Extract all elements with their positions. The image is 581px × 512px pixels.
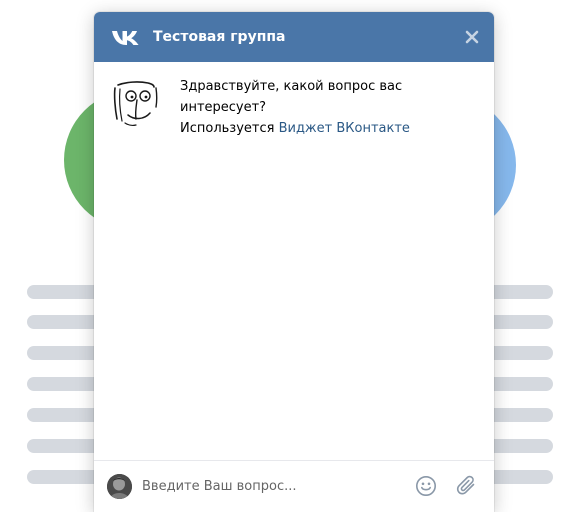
- user-avatar: [107, 474, 132, 499]
- question-input[interactable]: [142, 475, 392, 497]
- powered-by-prefix: Используется: [180, 121, 279, 136]
- message-bubble: Здравствуйте, какой вопрос вас интересуе…: [180, 76, 420, 139]
- composer: [94, 460, 494, 512]
- message-text-line: Здравствуйте, какой вопрос вас: [180, 79, 403, 94]
- powered-by-line: Используется Виджет ВКонтакте: [180, 118, 420, 139]
- paperclip-icon[interactable]: [456, 474, 478, 498]
- close-icon[interactable]: [464, 29, 480, 45]
- message-area: Здравствуйте, какой вопрос вас интересуе…: [94, 62, 494, 458]
- widget-header: Тестовая группа: [94, 12, 494, 62]
- vk-logo-icon: [111, 28, 140, 46]
- vk-widget-link[interactable]: Виджет ВКонтакте: [279, 121, 410, 136]
- smile-icon[interactable]: [415, 475, 437, 497]
- message-text-line: интересует?: [180, 100, 267, 115]
- community-messages-widget: Тестовая группа Здравствуйте, какой вопр…: [94, 12, 494, 512]
- community-avatar: [108, 75, 164, 131]
- widget-title: Тестовая группа: [153, 29, 286, 45]
